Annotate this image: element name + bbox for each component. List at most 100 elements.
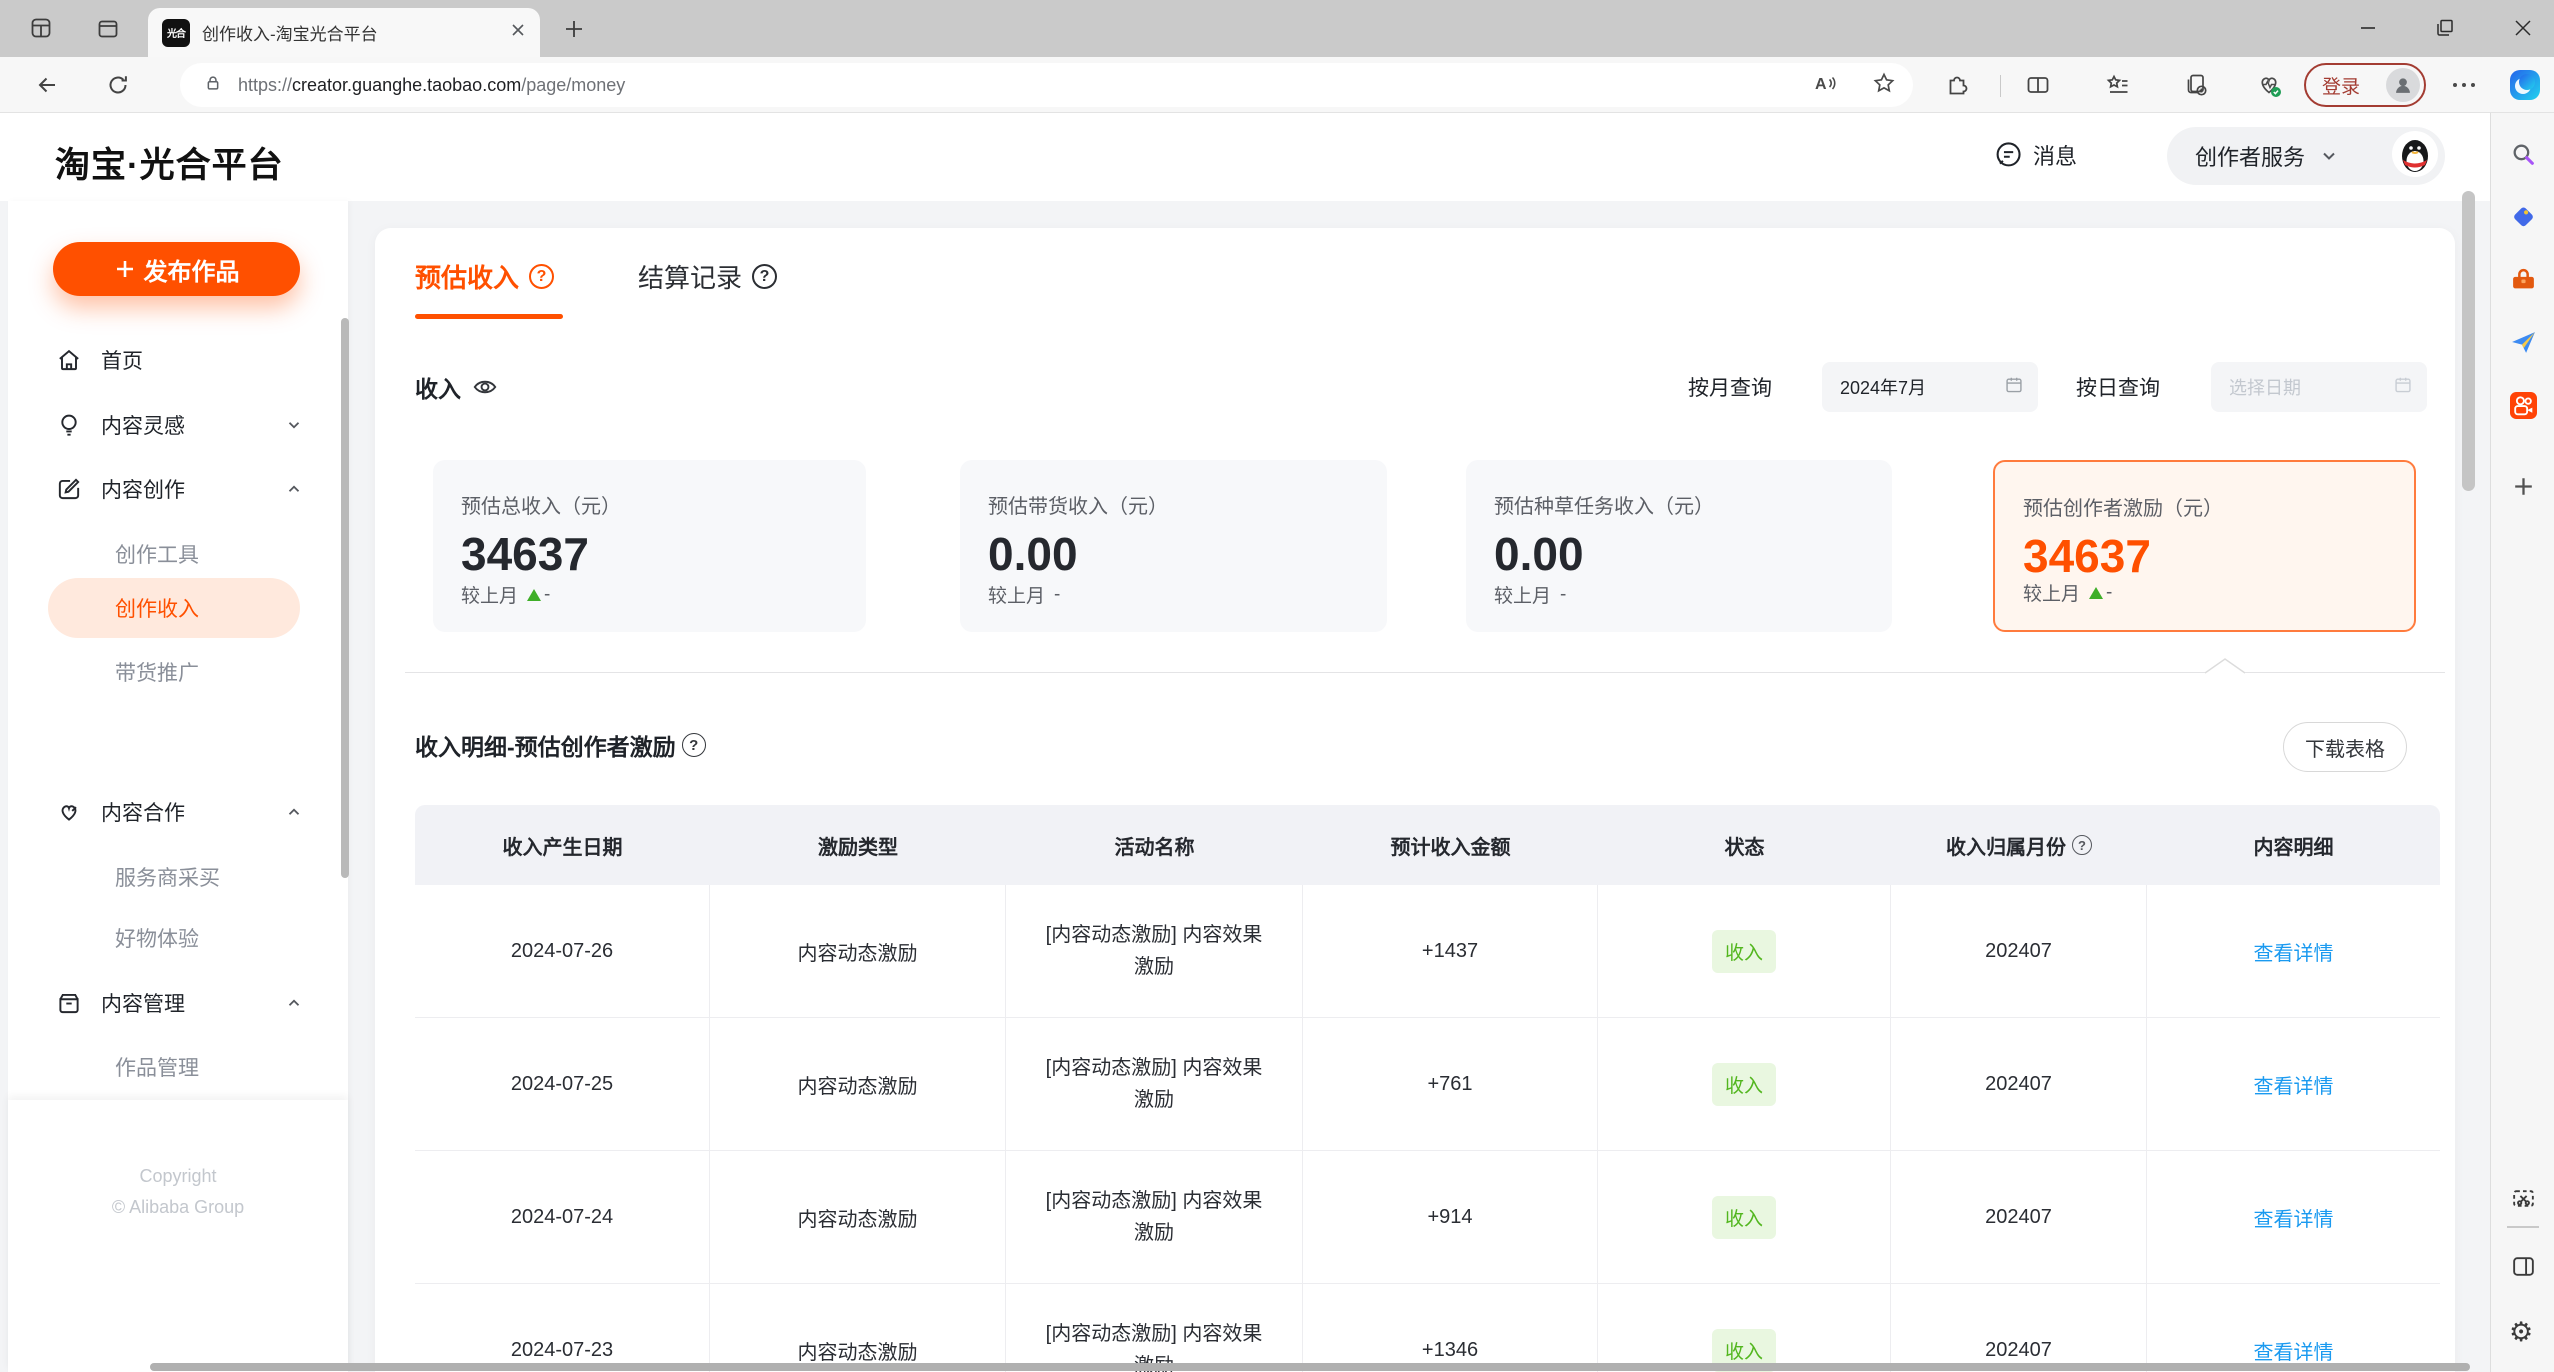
tab-settlement-record[interactable]: 结算记录 <box>638 258 778 295</box>
card-title: 预估带货收入（元） <box>988 496 1168 518</box>
eye-icon[interactable] <box>471 373 499 401</box>
toolbar-divider <box>2000 75 2001 97</box>
sidebar-scrollbar[interactable] <box>341 318 349 878</box>
search-icon[interactable] <box>2510 141 2537 173</box>
cell-month: 202407 <box>1891 885 2147 1017</box>
page-vertical-scrollbar[interactable] <box>2462 191 2475 491</box>
creator-service-menu[interactable]: 创作者服务 <box>2167 127 2445 185</box>
sidebar-item-inspiration[interactable]: 内容灵感 <box>55 397 303 453</box>
cell-activity: [内容动态激励] 内容效果激励 <box>1006 885 1303 1017</box>
cell-amount: +761 <box>1303 1018 1598 1150</box>
sidebar-item-label: 内容灵感 <box>101 415 185 438</box>
favorites-list-icon[interactable] <box>2105 72 2131 103</box>
tab-title: 创作收入-淘宝光合平台 <box>202 25 378 44</box>
collections-add-icon[interactable] <box>2183 72 2209 103</box>
sidebar-item-creation-income[interactable]: 创作收入 <box>48 578 300 638</box>
day-query-label: 按日查询 <box>2076 377 2160 400</box>
calendar-icon <box>2004 375 2024 400</box>
sidebar-item-home[interactable]: 首页 <box>55 332 303 388</box>
cell-type: 内容动态激励 <box>710 1151 1006 1283</box>
view-details-link[interactable]: 查看详情 <box>2254 937 2334 966</box>
col-header-month: 收入归属月份 <box>1891 805 2147 885</box>
login-label: 登录 <box>2322 76 2361 98</box>
publish-button[interactable]: 发布作品 <box>53 242 300 296</box>
chevron-down-icon <box>2323 152 2335 160</box>
sidebar-item-cooperation[interactable]: 内容合作 <box>55 784 303 840</box>
view-details-link[interactable]: 查看详情 <box>2254 1336 2334 1365</box>
date-picker-placeholder: 选择日期 <box>2229 378 2301 398</box>
messages-button[interactable]: 消息 <box>1993 139 2077 171</box>
split-screen-icon[interactable] <box>2025 72 2051 103</box>
tab-close-icon[interactable] <box>510 22 526 43</box>
sidebar-item-works-management[interactable]: 作品管理 <box>115 1041 199 1093</box>
tab-label: 预估收入 <box>415 263 520 293</box>
screenshot-icon[interactable] <box>2510 1185 2537 1217</box>
shopping-tag-icon[interactable] <box>2510 203 2537 235</box>
window-minimize-button[interactable] <box>2357 17 2379 44</box>
sidebar-panel-icon[interactable] <box>2510 1253 2537 1285</box>
page-horizontal-scrollbar[interactable] <box>150 1363 2470 1371</box>
workspaces-icon[interactable] <box>28 15 54 46</box>
sidebar-item-creation-tools[interactable]: 创作工具 <box>115 528 199 580</box>
month-query-label: 按月查询 <box>1688 377 1772 400</box>
help-icon[interactable] <box>2072 835 2092 855</box>
back-icon[interactable] <box>34 72 60 103</box>
extensions-icon[interactable] <box>1944 72 1970 103</box>
tab-actions-icon[interactable] <box>95 16 121 47</box>
sidebar-item-service-purchase[interactable]: 服务商采买 <box>115 851 220 903</box>
col-header-activity: 活动名称 <box>1114 836 1195 859</box>
income-detail-table: 收入产生日期 激励类型 活动名称 预计收入金额 状态 收入归属月份 内容明细 2… <box>415 805 2440 1372</box>
cell-status: 收入 <box>1598 1018 1891 1150</box>
section-divider <box>405 672 2445 673</box>
sidebar-item-management[interactable]: 内容管理 <box>55 975 303 1031</box>
cell-status: 收入 <box>1598 1151 1891 1283</box>
url-bar[interactable]: https://creator.guanghe.taobao.com/page/… <box>180 63 1913 107</box>
col-header-date: 收入产生日期 <box>502 836 623 859</box>
download-table-button[interactable]: 下载表格 <box>2283 722 2407 772</box>
browser-essentials-icon[interactable] <box>2255 71 2283 104</box>
calendar-icon <box>2393 375 2413 400</box>
tab-estimated-income[interactable]: 预估收入 <box>415 258 555 295</box>
help-icon[interactable] <box>529 264 555 289</box>
sidebar-subitem-label: 创作工具 <box>115 544 199 567</box>
sidebar-item-promotion[interactable]: 带货推广 <box>115 646 199 698</box>
month-picker[interactable]: 2024年7月 <box>1822 362 2038 412</box>
browser-tab[interactable]: 光合 创作收入-淘宝光合平台 <box>148 8 540 57</box>
cell-detail: 查看详情 <box>2147 1151 2440 1283</box>
card-value: 34637 <box>461 528 589 580</box>
window-close-button[interactable] <box>2512 17 2534 44</box>
kuaishou-icon[interactable] <box>2510 392 2537 424</box>
cell-month: 202407 <box>1891 1018 2147 1150</box>
favorite-star-icon[interactable] <box>1871 70 1897 101</box>
sidebar-item-label: 内容管理 <box>101 993 185 1016</box>
read-aloud-icon[interactable]: A <box>1811 70 1837 101</box>
browser-titlebar: 光合 创作收入-淘宝光合平台 <box>0 0 2554 57</box>
card-creator-incentive[interactable]: 预估创作者激励（元） 34637 较上月 - <box>1993 460 2416 632</box>
sidebar-item-goods-trial[interactable]: 好物体验 <box>115 912 199 964</box>
paper-plane-icon[interactable] <box>2510 329 2537 361</box>
window-restore-button[interactable] <box>2434 17 2456 44</box>
add-sidebar-item-icon[interactable] <box>2510 473 2537 505</box>
settings-more-icon[interactable] <box>2453 83 2475 87</box>
sidebar-item-creation[interactable]: 内容创作 <box>55 461 303 517</box>
login-button[interactable]: 登录 <box>2304 63 2426 107</box>
help-icon[interactable] <box>752 264 778 289</box>
sidebar-subitem-label: 好物体验 <box>115 928 199 951</box>
view-details-link[interactable]: 查看详情 <box>2254 1070 2334 1099</box>
card-value: 0.00 <box>988 528 1078 580</box>
card-compare: 较上月 - <box>1494 583 1567 608</box>
cell-status: 收入 <box>1598 885 1891 1017</box>
sidebar-item-label: 内容合作 <box>101 802 185 825</box>
new-tab-button[interactable] <box>562 17 586 46</box>
cell-detail: 查看详情 <box>2147 1284 2440 1372</box>
date-picker[interactable]: 选择日期 <box>2211 362 2427 412</box>
copilot-icon[interactable] <box>2508 68 2542 107</box>
qq-avatar[interactable] <box>2391 130 2439 183</box>
sidebar-subitem-label: 服务商采买 <box>115 867 220 890</box>
sidebar-subitem-label: 创作收入 <box>115 598 199 621</box>
toolbox-icon[interactable] <box>2510 266 2537 298</box>
view-details-link[interactable]: 查看详情 <box>2254 1203 2334 1232</box>
help-icon[interactable] <box>681 733 706 757</box>
settings-gear-icon[interactable]: ⚙ <box>2509 1319 2533 1346</box>
refresh-icon[interactable] <box>105 72 131 103</box>
